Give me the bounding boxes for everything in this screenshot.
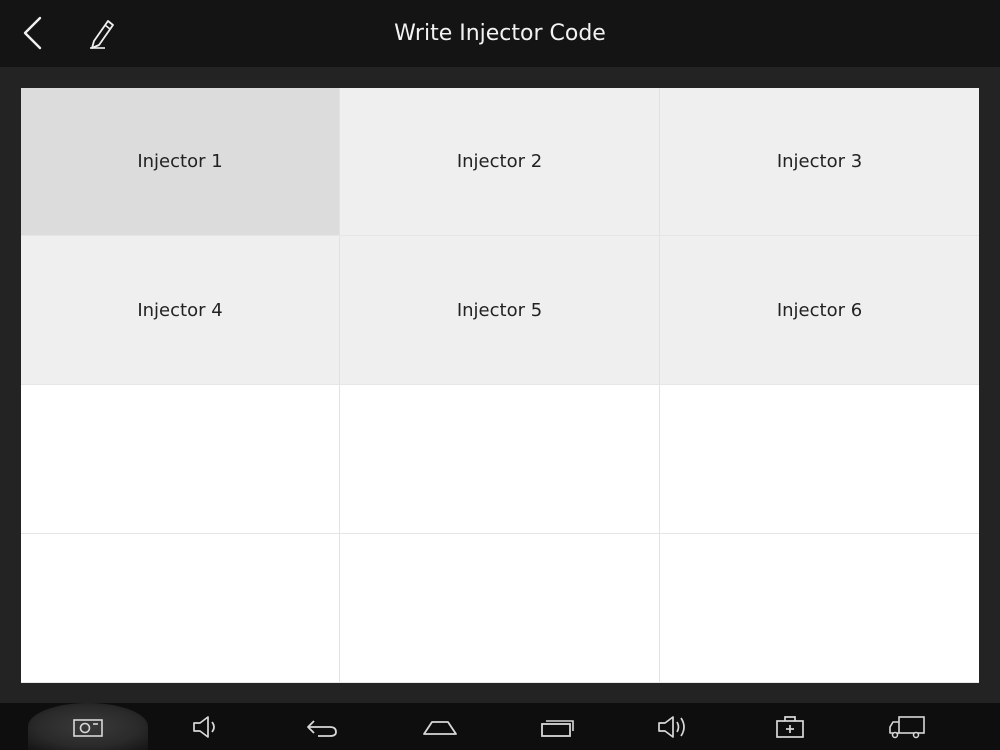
empty-cell bbox=[340, 534, 660, 683]
back-icon bbox=[307, 719, 337, 737]
volume-down-icon bbox=[193, 715, 215, 738]
title-bar: Write Injector Code bbox=[0, 0, 1000, 67]
empty-cell bbox=[340, 385, 660, 534]
truck-icon bbox=[889, 715, 925, 738]
screenshot-button[interactable] bbox=[28, 703, 148, 750]
volume-down-button[interactable] bbox=[175, 703, 235, 750]
system-nav-bar bbox=[0, 703, 1000, 750]
empty-cell bbox=[21, 385, 340, 534]
injector-3-button[interactable]: Injector 3 bbox=[660, 88, 979, 236]
volume-up-icon bbox=[658, 715, 685, 738]
page-title: Write Injector Code bbox=[394, 21, 606, 46]
injector-1-button[interactable]: Injector 1 bbox=[21, 88, 340, 236]
screenshot-icon bbox=[73, 718, 103, 737]
injector-4-button[interactable]: Injector 4 bbox=[21, 236, 340, 385]
home-icon bbox=[423, 720, 457, 735]
back-nav-button[interactable] bbox=[292, 703, 352, 750]
recent-apps-icon bbox=[541, 719, 574, 737]
empty-cell bbox=[21, 534, 340, 683]
empty-cell bbox=[660, 385, 979, 534]
recent-apps-button[interactable] bbox=[527, 703, 587, 750]
toolbox-icon bbox=[776, 715, 804, 738]
injector-6-button[interactable]: Injector 6 bbox=[660, 236, 979, 385]
toolbox-button[interactable] bbox=[760, 703, 820, 750]
truck-button[interactable] bbox=[877, 703, 937, 750]
injector-grid: Injector 1 Injector 2 Injector 3 Injecto… bbox=[21, 88, 979, 683]
injector-2-button[interactable]: Injector 2 bbox=[340, 88, 660, 236]
injector-5-button[interactable]: Injector 5 bbox=[340, 236, 660, 385]
home-button[interactable] bbox=[410, 703, 470, 750]
empty-cell bbox=[660, 534, 979, 683]
volume-up-button[interactable] bbox=[643, 703, 703, 750]
